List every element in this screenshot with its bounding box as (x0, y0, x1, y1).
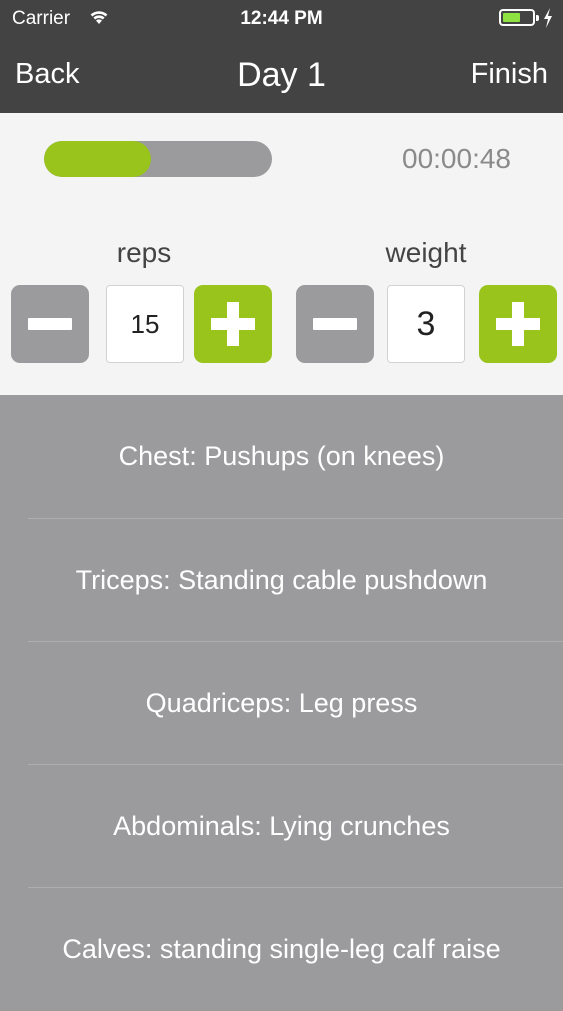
exercise-item-calves[interactable]: Calves: standing single-leg calf raise (0, 888, 563, 1011)
reps-value[interactable]: 15 (106, 285, 184, 363)
battery-icon (499, 9, 539, 26)
exercise-item-chest[interactable]: Chest: Pushups (on knees) (0, 395, 563, 518)
elapsed-timer: 00:00:48 (402, 143, 511, 174)
bolt-icon (542, 7, 554, 29)
reps-decrement-button[interactable] (11, 285, 89, 363)
weight-increment-button[interactable] (479, 285, 557, 363)
workout-progress-fill (44, 141, 152, 177)
exercise-list: Chest: Pushups (on knees) Triceps: Stand… (0, 395, 563, 1000)
battery-tip (536, 15, 539, 21)
workout-progress-bar (44, 141, 272, 177)
status-time: 12:44 PM (240, 8, 323, 29)
exercise-item-quadriceps[interactable]: Quadriceps: Leg press (0, 642, 563, 765)
minus-icon (28, 318, 72, 330)
top-bar: Carrier 12:44 PM Back Day 1 Finish (0, 0, 563, 113)
minus-icon (313, 318, 357, 330)
exercise-item-abdominals[interactable]: Abdominals: Lying crunches (0, 765, 563, 888)
status-bar: Carrier 12:44 PM (0, 0, 563, 38)
finish-button[interactable]: Finish (471, 58, 548, 91)
weight-label: weight (385, 237, 467, 268)
weight-value[interactable]: 3 (387, 285, 465, 363)
battery-level-fill (503, 13, 520, 22)
reps-label: reps (116, 237, 172, 268)
exercise-item-triceps[interactable]: Triceps: Standing cable pushdown (0, 519, 563, 642)
reps-increment-button[interactable] (194, 285, 272, 363)
weight-decrement-button[interactable] (296, 285, 374, 363)
workout-controls: 00:00:48 reps weight 15 3 (0, 113, 563, 395)
